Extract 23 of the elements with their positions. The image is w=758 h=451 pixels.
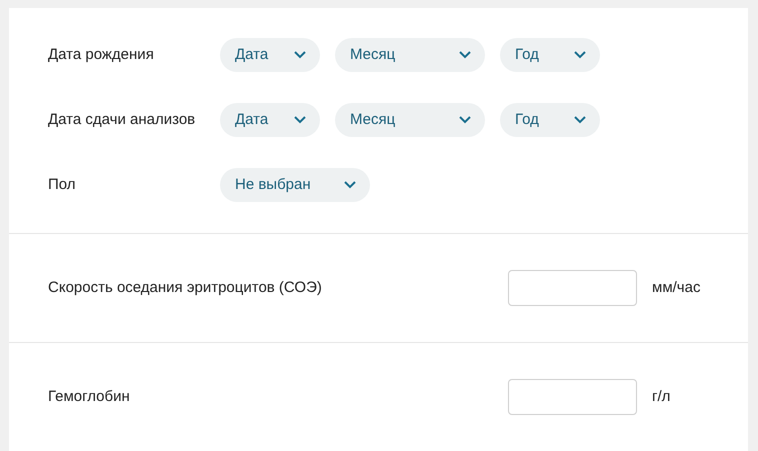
field-label: Скорость оседания эритроцитов (СОЭ): [47, 278, 323, 298]
dropdown[interactable]: Месяц: [335, 38, 485, 72]
chevron-down-icon: [574, 51, 586, 59]
input-field[interactable]: [508, 379, 637, 415]
chevron-down-icon: [294, 116, 306, 124]
chevron-down-icon: [294, 51, 306, 59]
dropdown[interactable]: Год: [500, 103, 600, 137]
chevron-down-icon: [574, 116, 586, 124]
field-label: Пол: [47, 174, 77, 195]
dropdown[interactable]: Дата: [220, 38, 320, 72]
dropdown[interactable]: Месяц: [335, 103, 485, 137]
input-field[interactable]: [508, 270, 637, 306]
dropdown[interactable]: Не выбран: [220, 168, 370, 202]
unit-label: мм/час: [652, 278, 700, 298]
field-label: Гемоглобин: [47, 386, 131, 407]
field-label: Дата рождения: [47, 44, 155, 65]
field-label: Дата сдачи анализов: [47, 110, 196, 130]
dropdown[interactable]: Дата: [220, 103, 320, 137]
unit-label: г/л: [652, 386, 670, 407]
chevron-down-icon: [459, 51, 471, 59]
chevron-down-icon: [344, 181, 356, 189]
dropdown[interactable]: Год: [500, 38, 600, 72]
chevron-down-icon: [459, 116, 471, 124]
